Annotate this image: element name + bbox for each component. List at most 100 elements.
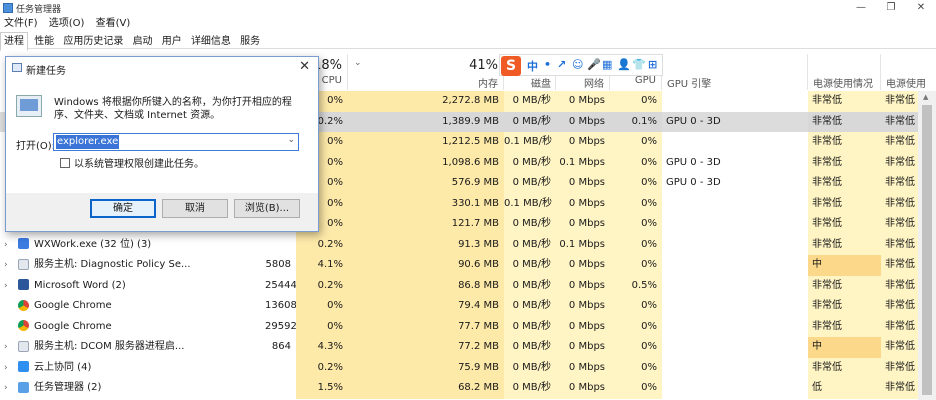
window-title: 任务管理器 bbox=[16, 5, 62, 15]
gpu-engine-cell bbox=[662, 194, 808, 215]
process-name-cell[interactable]: Google Chrome bbox=[0, 317, 265, 338]
process-name: 云上协同 (4) bbox=[34, 361, 92, 373]
tab-performance[interactable]: 性能 bbox=[31, 33, 57, 50]
disk-cell: 0 MB/秒 bbox=[504, 111, 556, 132]
disk-cell: 0 MB/秒 bbox=[504, 173, 556, 194]
tab-details[interactable]: 详细信息 bbox=[188, 33, 234, 50]
memory-cell: 75.9 MB bbox=[348, 357, 504, 378]
dialog-close-button[interactable]: ✕ bbox=[299, 59, 310, 74]
power-cell: 中 bbox=[808, 255, 881, 276]
disk-cell: 0.1 MB/秒 bbox=[504, 132, 556, 153]
task-manager-icon bbox=[3, 3, 13, 13]
menu-file[interactable]: 文件(F) bbox=[4, 16, 38, 32]
memory-cell: 79.4 MB bbox=[348, 296, 504, 317]
table-row[interactable]: › 云上协同 (4) 0.2% 75.9 MB 0 MB/秒 0 Mbps 0% 非常低 非常低 bbox=[0, 357, 936, 379]
gpu-engine-cell bbox=[662, 296, 808, 317]
column-header-memory[interactable]: 41% 内存 bbox=[348, 54, 504, 90]
cpu-label: CPU bbox=[321, 75, 342, 86]
process-name-cell[interactable]: › 服务主机: DCOM 服务器进程启... bbox=[0, 337, 265, 358]
tab-processes[interactable]: 进程 bbox=[0, 32, 28, 51]
process-name-cell[interactable]: › 任务管理器 (2) bbox=[0, 378, 265, 399]
disk-cell: 0 MB/秒 bbox=[504, 214, 556, 235]
expand-chevron-icon[interactable]: › bbox=[4, 378, 18, 399]
table-row[interactable]: › 任务管理器 (2) 1.5% 68.2 MB 0 MB/秒 0 Mbps 0% 低非常低 bbox=[0, 378, 936, 399]
ime-user-icon[interactable]: 👤 bbox=[617, 58, 631, 71]
column-header-power[interactable]: 电源使用情况 bbox=[808, 54, 881, 90]
table-row[interactable]: › 服务主机: Diagnostic Policy Se... 5808 4.1% 90… bbox=[0, 255, 936, 276]
menu-view[interactable]: 查看(V) bbox=[96, 16, 131, 32]
expand-chevron-icon[interactable]: › bbox=[4, 255, 18, 276]
power-cell: 非常低 bbox=[808, 214, 881, 235]
ime-skin-icon[interactable]: 👕 bbox=[632, 58, 646, 71]
vertical-scrollbar[interactable]: ▲ bbox=[918, 91, 936, 400]
process-name-cell[interactable]: › 云上协同 (4) bbox=[0, 358, 265, 379]
column-header-power-trend[interactable]: 电源使用 bbox=[881, 54, 936, 90]
open-combobox[interactable]: explorer.exe ⌄ bbox=[53, 133, 299, 151]
ime-emoji-icon[interactable]: ☺ bbox=[572, 58, 583, 71]
power-trend-cell: 非常低 bbox=[881, 234, 918, 255]
gpu-cell: 0% bbox=[610, 193, 662, 214]
table-row[interactable]: › 服务主机: DCOM 服务器进程启... 864 4.3% 77.2 MB 0 MB/… bbox=[0, 337, 936, 358]
ime-arrow-icon[interactable]: ↗ bbox=[557, 58, 566, 71]
ime-toolbox-icon[interactable]: ⊞ bbox=[648, 58, 657, 71]
tab-startup[interactable]: 启动 bbox=[130, 33, 156, 50]
table-row[interactable]: › WXWork.exe (32 位) (3) 0.2% 91.3 MB 0 MB/秒 0… bbox=[0, 234, 936, 256]
cancel-button[interactable]: 取消 bbox=[162, 199, 228, 218]
power-label: 电源使用情况 bbox=[813, 79, 873, 90]
gpu-cell: 0% bbox=[610, 255, 662, 276]
close-button[interactable]: ✕ bbox=[906, 0, 936, 16]
expand-chevron-icon[interactable]: › bbox=[4, 337, 18, 358]
gpu-cell: 0% bbox=[610, 234, 662, 255]
power-cell: 非常低 bbox=[808, 132, 881, 153]
gpu-cell: 0% bbox=[610, 337, 662, 358]
expand-chevron-icon[interactable]: › bbox=[4, 276, 18, 297]
admin-checkbox-label[interactable]: 以系统管理权限创建此任务。 bbox=[74, 155, 204, 170]
process-name: WXWork.exe (32 位) (3) bbox=[34, 238, 152, 250]
maximize-button[interactable]: ❐ bbox=[876, 0, 906, 16]
process-name-cell[interactable]: › WXWork.exe (32 位) (3) bbox=[0, 235, 265, 256]
process-name-cell[interactable]: › Microsoft Word (2) bbox=[0, 276, 265, 297]
expand-chevron-icon[interactable]: › bbox=[4, 358, 18, 379]
minimize-button[interactable]: — bbox=[846, 0, 876, 16]
open-input-value[interactable]: explorer.exe bbox=[56, 135, 120, 149]
ime-mic-icon[interactable]: 🎤 bbox=[587, 58, 601, 71]
tab-app-history[interactable]: 应用历史记录 bbox=[60, 33, 126, 50]
disk-cell: 0 MB/秒 bbox=[504, 152, 556, 173]
scroll-up-arrow-icon[interactable]: ▲ bbox=[923, 93, 928, 101]
chevron-down-icon[interactable]: ⌄ bbox=[287, 135, 295, 145]
ime-punct-icon[interactable]: • bbox=[544, 58, 551, 71]
menu-options[interactable]: 选项(O) bbox=[49, 16, 85, 32]
ime-keyboard-icon[interactable]: ▦ bbox=[602, 58, 612, 71]
power-trend-cell: 非常低 bbox=[881, 132, 918, 153]
browse-button[interactable]: 浏览(B)... bbox=[234, 199, 300, 218]
column-header-gpu-engine[interactable]: GPU 引擎 bbox=[662, 54, 808, 90]
svc-icon bbox=[18, 340, 29, 352]
memory-cell: 91.3 MB bbox=[348, 234, 504, 255]
table-row[interactable]: › Microsoft Word (2) 25444 0.2% 86.8 MB 0 MB/… bbox=[0, 275, 936, 297]
memory-cell: 77.7 MB bbox=[348, 316, 504, 337]
scroll-thumb[interactable] bbox=[922, 105, 932, 395]
gpu-cell: 0% bbox=[610, 173, 662, 194]
table-row[interactable]: Google Chrome 13608 0% 79.4 MB 0 MB/秒 0 Mbps 0… bbox=[0, 296, 936, 317]
process-name: 任务管理器 (2) bbox=[34, 382, 102, 393]
tab-services[interactable]: 服务 bbox=[237, 33, 263, 50]
cpu-cell: 4.3% bbox=[296, 337, 348, 358]
sogou-logo-icon[interactable]: S bbox=[501, 56, 521, 76]
tab-users[interactable]: 用户 bbox=[159, 33, 185, 50]
network-cell: 0 Mbps bbox=[556, 316, 610, 337]
process-name: Microsoft Word (2) bbox=[34, 279, 126, 291]
power-trend-cell: 非常低 bbox=[881, 275, 918, 296]
ime-mode-icon[interactable]: 中 bbox=[527, 58, 538, 74]
ok-button[interactable]: 确定 bbox=[90, 199, 156, 218]
memory-cell: 1,098.6 MB bbox=[348, 152, 504, 173]
process-name-cell[interactable]: Google Chrome bbox=[0, 296, 265, 317]
admin-checkbox[interactable] bbox=[60, 158, 70, 168]
table-row[interactable]: Google Chrome 29592 0% 77.7 MB 0 MB/秒 0 Mbps 0… bbox=[0, 316, 936, 338]
gpu-cell: 0% bbox=[610, 357, 662, 378]
new-task-dialog: 新建任务 ✕ Windows 将根据你所键入的名称，为你打开相应的程序、文件夹、… bbox=[5, 56, 319, 232]
process-name-cell[interactable]: › 服务主机: Diagnostic Policy Se... bbox=[0, 255, 265, 276]
gpu-cell: 0% bbox=[610, 132, 662, 153]
memory-cell: 330.1 MB bbox=[348, 193, 504, 214]
gpu-cell: 0% bbox=[610, 152, 662, 173]
expand-chevron-icon[interactable]: › bbox=[4, 235, 18, 256]
